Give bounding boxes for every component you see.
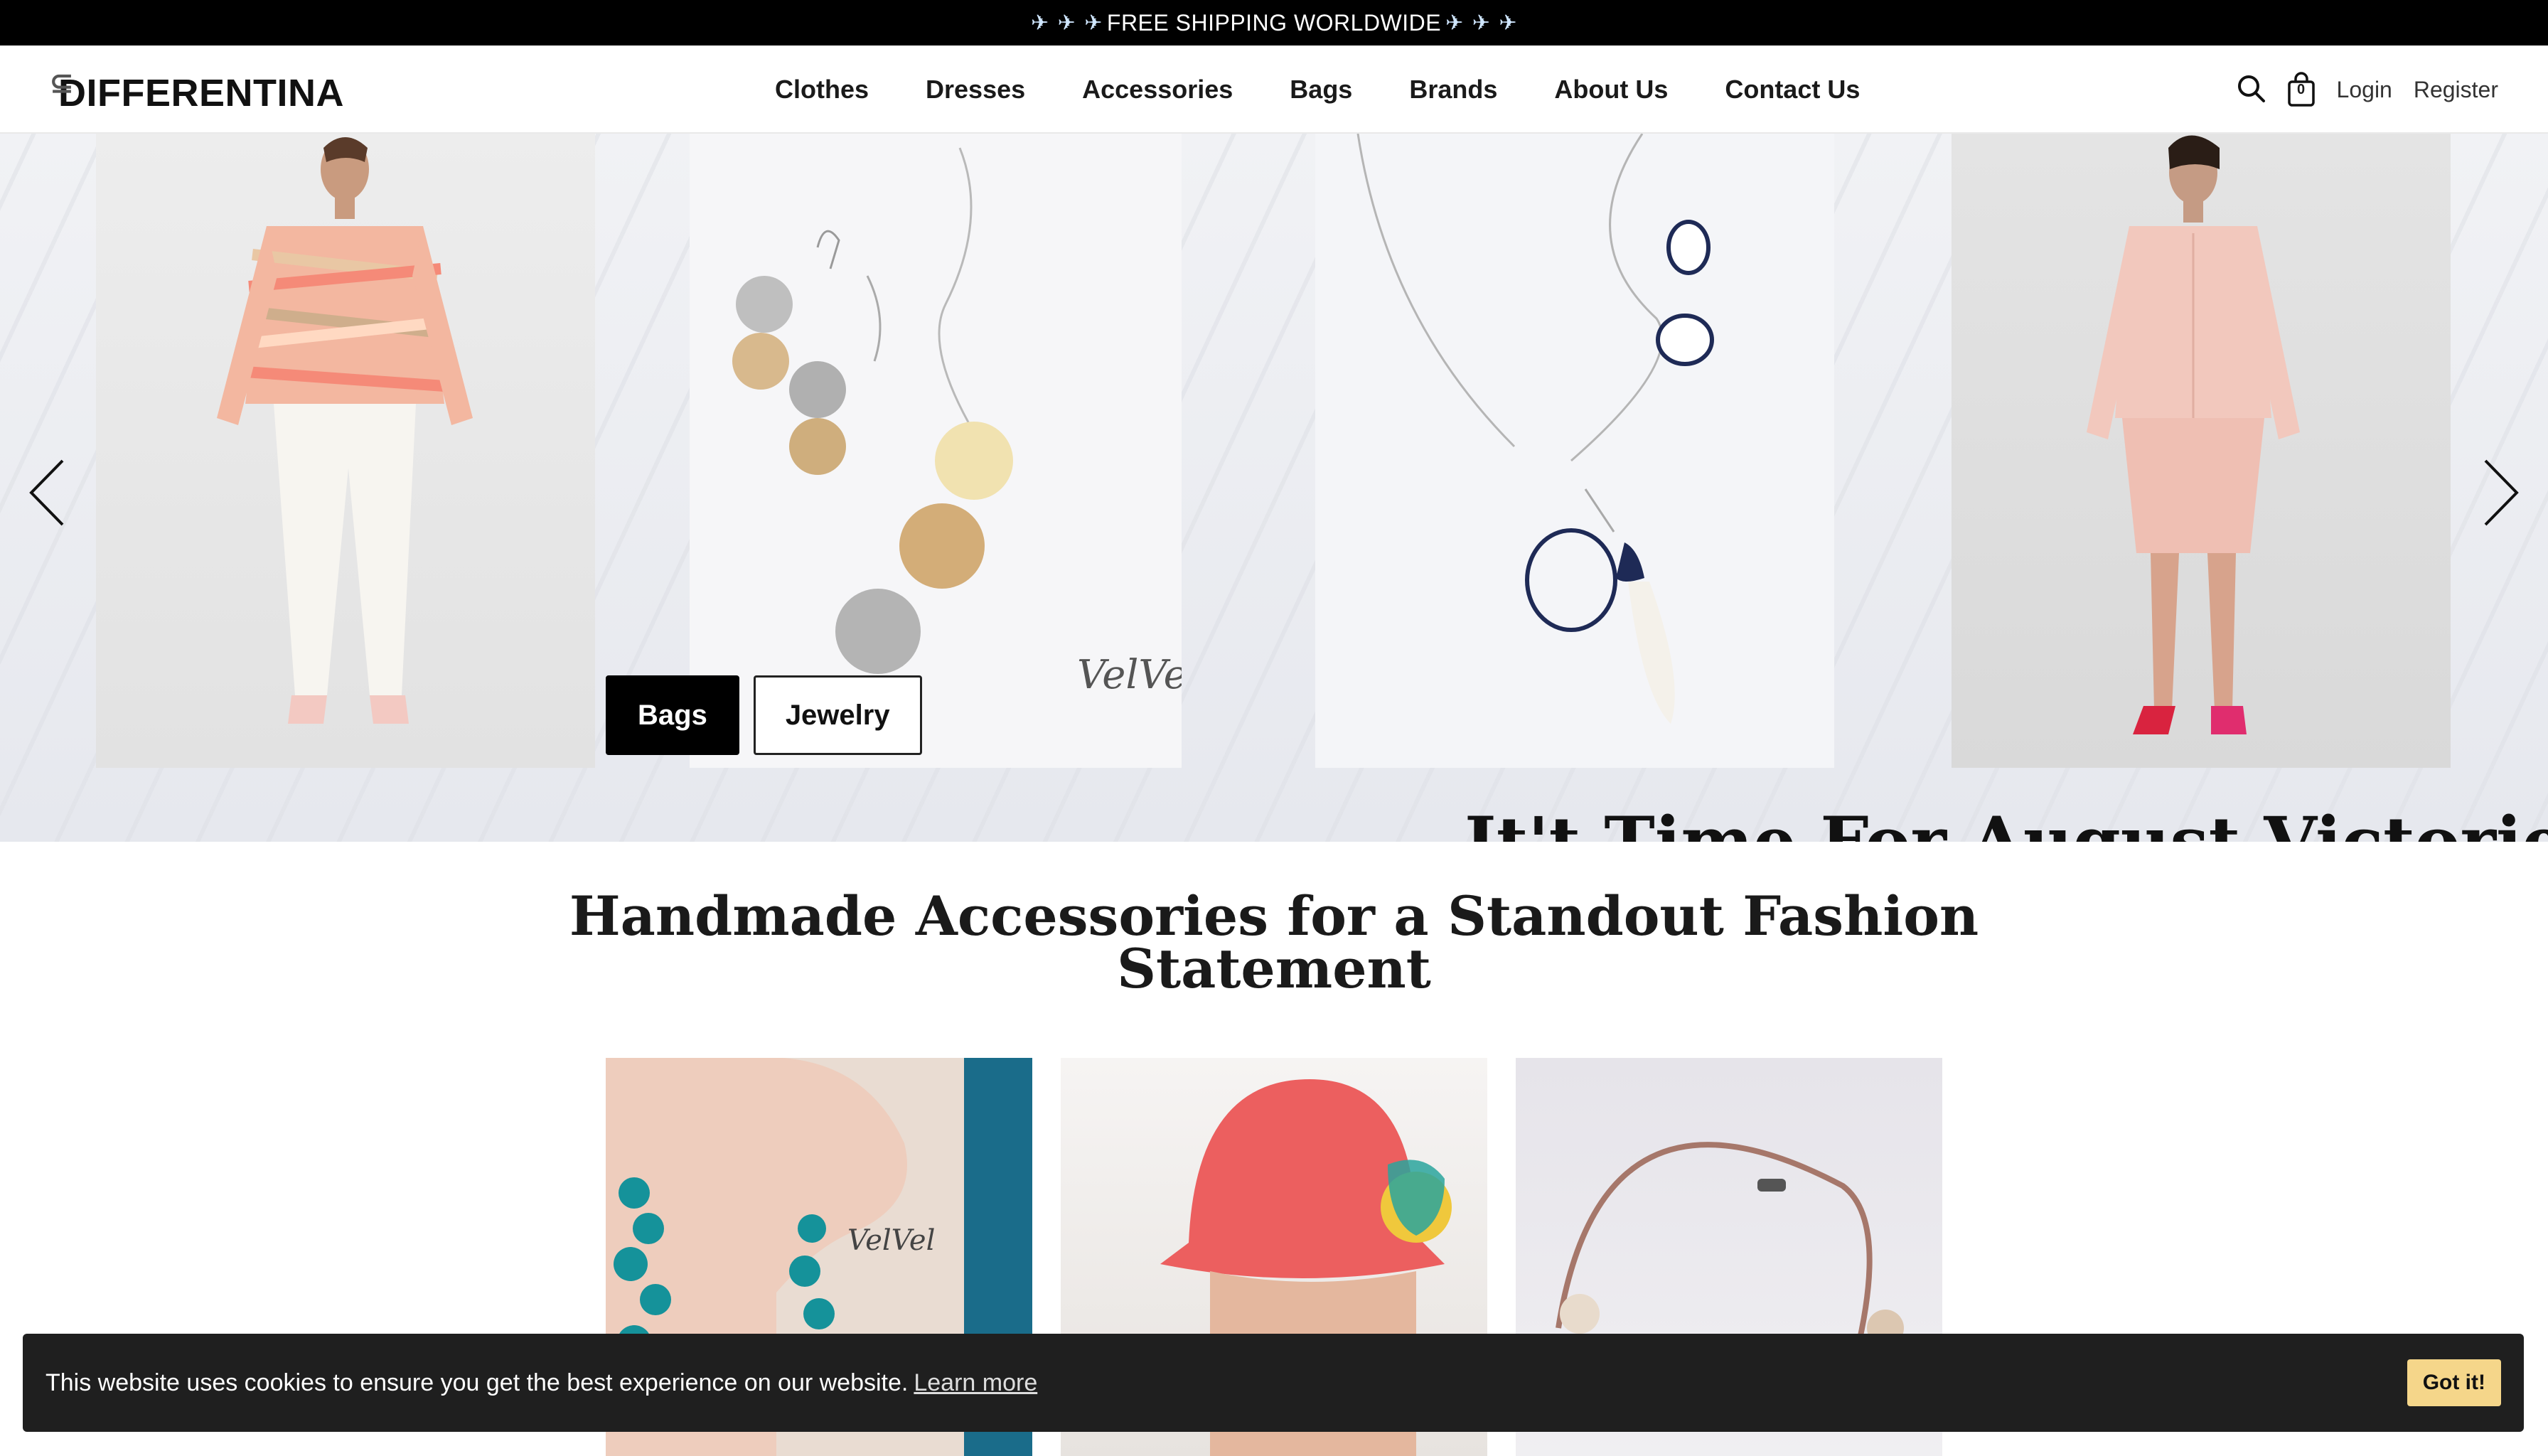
chevron-right-icon	[2484, 459, 2519, 526]
airplane-icon: ✈	[1084, 11, 1103, 35]
register-link[interactable]: Register	[2414, 77, 2498, 103]
hero-image-earrings: VelVel	[690, 134, 1182, 768]
logo-mark-icon: ⊆	[50, 68, 74, 99]
bags-button[interactable]: Bags	[606, 675, 739, 755]
airplane-icon: ✈	[1057, 11, 1076, 35]
nav-item-about-us[interactable]: About Us	[1554, 75, 1668, 105]
nav-item-accessories[interactable]: Accessories	[1082, 75, 1233, 105]
site-header: ⊆ DIFFERENTINA Clothes Dresses Accessori…	[0, 46, 2548, 134]
slider-prev-arrow[interactable]	[21, 454, 71, 532]
chevron-left-icon	[29, 459, 64, 526]
login-link[interactable]: Login	[2337, 77, 2392, 103]
hero-image-pink-suit	[1952, 134, 2451, 768]
nav-item-brands[interactable]: Brands	[1409, 75, 1497, 105]
slider-next-arrow[interactable]	[2477, 454, 2527, 532]
nav-item-dresses[interactable]: Dresses	[926, 75, 1025, 105]
logo-text: DIFFERENTINA	[58, 72, 344, 114]
search-icon[interactable]	[2236, 73, 2266, 107]
cookie-learn-more-link[interactable]: Learn more	[914, 1369, 1037, 1397]
hero-promo-text: It't Time For August Victories!	[1465, 802, 2548, 842]
section-title-line-2: Statement	[1117, 937, 1431, 1000]
hero-buttons: Bags Jewelry	[606, 675, 922, 755]
cookie-banner: This website uses cookies to ensure you …	[23, 1334, 2524, 1432]
airplane-icon: ✈	[1030, 11, 1049, 35]
hero-image-blazer	[96, 134, 595, 768]
airplane-icon: ✈	[1499, 11, 1518, 35]
nav-item-contact-us[interactable]: Contact Us	[1725, 75, 1860, 105]
svg-text:VelVel: VelVel	[847, 1224, 935, 1257]
svg-text:VelVel: VelVel	[1077, 652, 1182, 698]
header-actions: 0 Login Register	[2236, 46, 2498, 134]
hero-image-necklace	[1315, 134, 1834, 768]
airplane-icon: ✈	[1445, 11, 1464, 35]
jewelry-button[interactable]: Jewelry	[753, 675, 922, 755]
main-nav: Clothes Dresses Accessories Bags Brands …	[746, 46, 1888, 134]
announcement-text: FREE SHIPPING WORLDWIDE	[1106, 9, 1442, 36]
nav-item-clothes[interactable]: Clothes	[775, 75, 869, 105]
announcement-bar: ✈ ✈ ✈ FREE SHIPPING WORLDWIDE ✈ ✈ ✈	[0, 0, 2548, 46]
cookie-message: This website uses cookies to ensure you …	[46, 1369, 909, 1396]
hero-slider: VelVel	[0, 134, 2548, 842]
logo[interactable]: ⊆ DIFFERENTINA	[50, 67, 344, 117]
cart-count: 0	[2296, 82, 2306, 97]
nav-item-bags[interactable]: Bags	[1290, 75, 1352, 105]
cookie-accept-button[interactable]: Got it!	[2407, 1359, 2501, 1406]
section-title: Handmade Accessories for a Standout Fash…	[0, 884, 2548, 1000]
cart-button[interactable]: 0	[2287, 72, 2316, 107]
airplane-icon: ✈	[1472, 11, 1491, 35]
section-title-line-1: Handmade Accessories for a Standout Fash…	[569, 884, 1979, 948]
